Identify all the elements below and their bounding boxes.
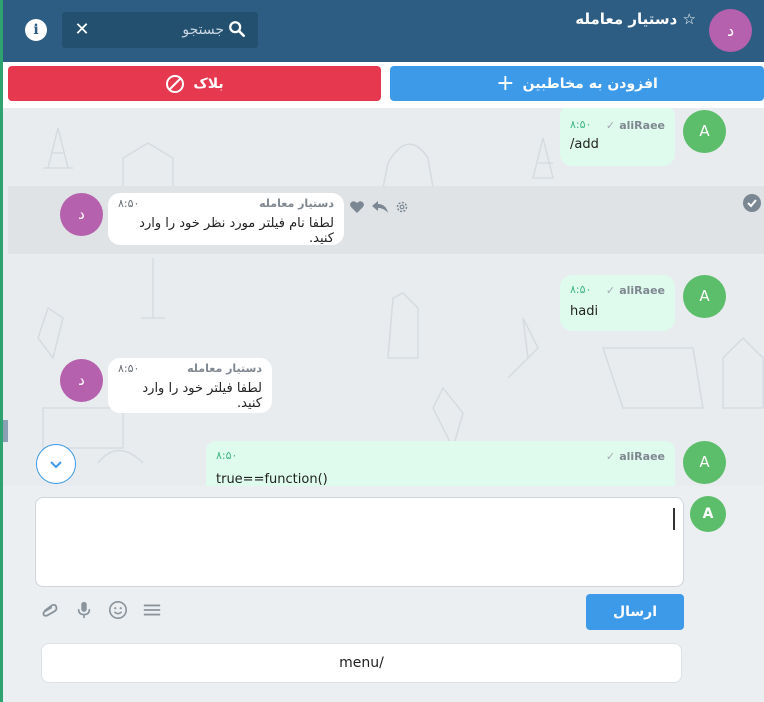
attach-icon[interactable]	[40, 599, 60, 621]
composer: A ارسال menu/	[0, 486, 764, 702]
message-input[interactable]	[35, 497, 684, 587]
message-time: ۸:۵۰	[216, 449, 238, 462]
message-sender: دستیار معامله	[259, 197, 334, 210]
heart-icon[interactable]	[349, 200, 365, 214]
message-avatar[interactable]: A	[683, 441, 726, 484]
search-input[interactable]	[102, 18, 224, 42]
message-time: ۸:۵۰	[118, 197, 140, 210]
add-contact-label: افزودن به مخاطبین	[522, 75, 658, 92]
scroll-down-button[interactable]	[36, 444, 76, 484]
emoji-icon[interactable]	[108, 599, 128, 621]
add-contact-button[interactable]: + افزودن به مخاطبین	[390, 66, 764, 101]
message-avatar[interactable]: د	[60, 193, 103, 236]
gear-icon[interactable]	[395, 200, 409, 214]
message-avatar[interactable]: د	[60, 359, 103, 402]
block-button-label: بلاک	[193, 75, 224, 92]
check-icon: ✓	[605, 119, 616, 132]
message-text: لطفا نام فیلتر مورد نظر خود را وارد کنید…	[139, 216, 334, 246]
message-bubble[interactable]: ۸:۵۰ ✓ aliRaee /add	[560, 108, 675, 166]
text-caret	[673, 508, 675, 530]
message-sender: دستیار معامله	[187, 362, 262, 375]
composer-avatar[interactable]: A	[690, 496, 726, 532]
action-bar: بلاک + افزودن به مخاطبین	[0, 62, 764, 108]
chat-title-text: دستیار معامله	[575, 10, 678, 28]
header-avatar[interactable]: د	[709, 9, 752, 52]
block-button[interactable]: بلاک	[8, 66, 381, 101]
message-bubble[interactable]: ۸:۵۰ دستیار معامله لطفا نام فیلتر مورد ن…	[108, 193, 344, 246]
mic-icon[interactable]	[74, 599, 94, 621]
message-bubble[interactable]: ۸:۵۰ ✓ aliRaee hadi	[560, 275, 675, 331]
scrollbar-thumb[interactable]	[3, 420, 8, 442]
composer-tools	[40, 599, 162, 621]
send-button[interactable]: ارسال	[586, 594, 684, 630]
menu-icon[interactable]	[142, 599, 162, 621]
chat-title[interactable]: ☆ دستیار معامله	[575, 10, 696, 28]
star-icon[interactable]: ☆	[683, 10, 696, 28]
search-box: ✕	[62, 12, 258, 48]
message-bubble[interactable]: ۸:۵۰ دستیار معامله لطفا فیلتر خود را وار…	[108, 358, 272, 413]
message-avatar[interactable]: A	[683, 110, 726, 153]
search-icon[interactable]	[228, 20, 246, 38]
message-list[interactable]: ۸:۵۰ ✓ aliRaee /add A د ۸:۵۰ دستیار معام…	[3, 108, 764, 486]
info-icon[interactable]: i	[25, 19, 47, 41]
message-actions	[349, 200, 409, 214]
block-icon	[166, 74, 185, 93]
message-text: hadi	[570, 304, 599, 319]
message-sender: aliRaee	[619, 450, 665, 463]
check-icon[interactable]	[743, 194, 761, 212]
menu-command-chip[interactable]: menu/	[41, 643, 682, 683]
message-text: true==function()	[216, 472, 328, 486]
chevron-down-icon	[50, 461, 62, 469]
message-sender: aliRaee	[619, 119, 665, 132]
message-text: /add	[570, 137, 599, 152]
message-text: لطفا فیلتر خود را وارد کنید.	[142, 381, 262, 411]
check-icon: ✓	[605, 450, 616, 463]
close-icon[interactable]: ✕	[72, 20, 92, 40]
message-time: ۸:۵۰	[118, 362, 140, 375]
message-time: ۸:۵۰	[570, 118, 592, 131]
left-accent-bar	[0, 0, 3, 702]
message-avatar[interactable]: A	[683, 275, 726, 318]
chat-header: i ✕ ☆ دستیار معامله د	[0, 0, 764, 702]
message-time: ۸:۵۰	[570, 283, 592, 296]
check-icon: ✓	[605, 284, 616, 297]
plus-icon: +	[496, 70, 515, 96]
message-bubble[interactable]: ۸:۵۰ ✓ aliRaee true==function()	[206, 441, 675, 486]
reply-icon[interactable]	[371, 200, 389, 214]
message-sender: aliRaee	[619, 284, 665, 297]
